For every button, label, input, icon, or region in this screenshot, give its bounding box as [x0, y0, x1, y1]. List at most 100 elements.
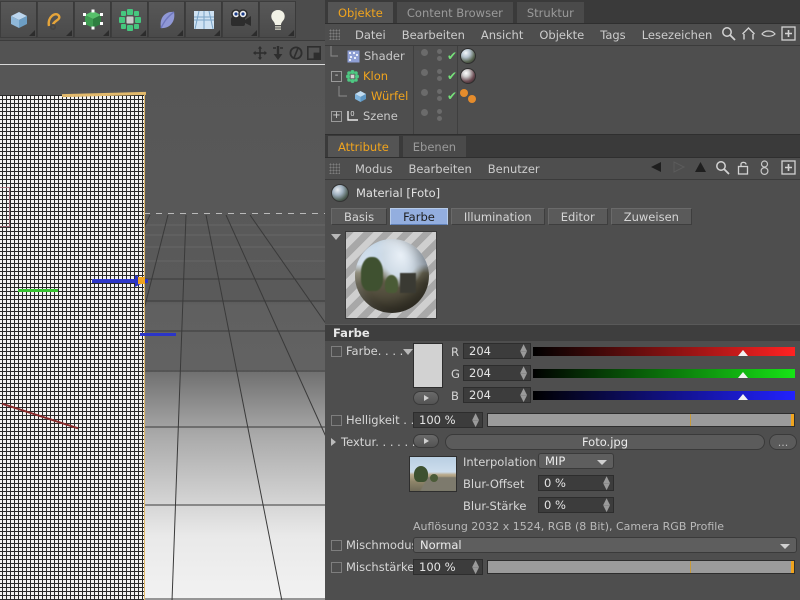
spinner-g-icon[interactable]: ▲▼	[520, 367, 527, 381]
helligkeit-anim-box[interactable]	[331, 415, 342, 426]
enable-check-klon[interactable]: ✔	[447, 69, 457, 83]
cube-tool-icon[interactable]	[0, 1, 37, 38]
spinner-mischstaerke-icon[interactable]: ▲▼	[472, 561, 479, 575]
object-tree[interactable]: Shader ✔ - Klon ✔	[325, 46, 800, 134]
mischstaerke-slider[interactable]	[487, 560, 795, 574]
slider-r[interactable]	[533, 347, 795, 356]
tab-struktur[interactable]: Struktur	[516, 1, 585, 23]
spinner-blur-strength-icon[interactable]: ▲▼	[603, 499, 610, 513]
tab-illumination[interactable]: Illumination	[451, 208, 545, 225]
tab-editor[interactable]: Editor	[548, 208, 608, 225]
tab-zuweisen[interactable]: Zuweisen	[611, 208, 692, 225]
plus-box-icon[interactable]	[781, 160, 796, 176]
user-icon[interactable]	[759, 160, 774, 176]
textur-expand-arrow-icon[interactable]	[331, 438, 336, 446]
object-row-szene[interactable]: + 0 Szene	[325, 106, 800, 126]
helligkeit-value[interactable]: 100 % ▲▼	[413, 412, 483, 428]
tab-attribute[interactable]: Attribute	[327, 135, 400, 157]
blur-strength-value[interactable]: 0 % ▲▼	[538, 497, 614, 513]
move-view-icon[interactable]	[253, 46, 267, 60]
mograph-cloner-icon[interactable]	[111, 1, 148, 38]
spinner-b-icon[interactable]: ▲▼	[520, 389, 527, 403]
tab-objekte[interactable]: Objekte	[327, 1, 394, 23]
texture-thumbnail[interactable]	[409, 456, 457, 492]
object-row-klon[interactable]: - Klon ✔	[325, 66, 800, 86]
blur-offset-value[interactable]: 0 % ▲▼	[538, 475, 614, 491]
clone-material-tag[interactable]	[460, 68, 476, 84]
slider-g[interactable]	[533, 369, 795, 378]
menu-datei[interactable]: Datei	[347, 28, 394, 42]
search-icon[interactable]	[715, 160, 730, 176]
cloner-wireframe-mesh[interactable]	[0, 95, 145, 600]
slider-b[interactable]	[533, 391, 795, 400]
enable-check-shader[interactable]: ✔	[447, 49, 457, 63]
spinner-blur-offset-icon[interactable]: ▲▼	[603, 477, 610, 491]
rotate-view-icon[interactable]	[289, 46, 303, 60]
object-row-wuerfel[interactable]: Würfel ✔	[325, 86, 800, 106]
mischmodus-dropdown[interactable]: Normal	[413, 537, 797, 553]
textur-path-field[interactable]: Foto.jpg	[445, 434, 765, 450]
menu-tags[interactable]: Tags	[592, 28, 633, 42]
menu-modus[interactable]: Modus	[347, 162, 401, 176]
home-icon[interactable]	[741, 26, 756, 42]
textur-browse-button[interactable]: ...	[769, 434, 797, 450]
environment-floor-icon[interactable]	[185, 1, 222, 38]
channel-value-b[interactable]: 204 ▲▼	[463, 387, 531, 403]
color-mode-chevron-down-icon[interactable]	[403, 349, 413, 355]
menu-objekte[interactable]: Objekte	[531, 28, 592, 42]
menu-ansicht[interactable]: Ansicht	[473, 28, 531, 42]
material-preview-box[interactable]	[345, 231, 437, 319]
maximize-view-icon[interactable]	[307, 46, 321, 60]
spinner-r-icon[interactable]: ▲▼	[520, 345, 527, 359]
deformer-icon[interactable]	[148, 1, 185, 38]
collapse-triangle-icon[interactable]	[331, 234, 341, 240]
panel-drag-handle[interactable]	[329, 29, 340, 40]
tab-ebenen[interactable]: Ebenen	[402, 135, 467, 157]
spline-tool-icon[interactable]	[37, 1, 74, 38]
tree-expander-szene[interactable]: +	[331, 111, 342, 122]
chevron-down-icon[interactable]	[597, 460, 607, 465]
mischstaerke-anim-box[interactable]	[331, 562, 342, 573]
tree-expander-klon[interactable]: -	[331, 71, 342, 82]
channel-value-r[interactable]: 204 ▲▼	[463, 343, 531, 359]
helligkeit-slider[interactable]	[487, 413, 795, 427]
spinner-helligkeit-icon[interactable]: ▲▼	[472, 414, 479, 428]
mischstaerke-value[interactable]: 100 % ▲▼	[413, 559, 483, 575]
back-arrow-icon[interactable]	[649, 160, 664, 176]
shader-material-tag[interactable]	[460, 48, 476, 64]
slider-handle-g[interactable]	[738, 372, 748, 378]
axis-origin-handle[interactable]	[138, 277, 145, 284]
zoom-view-icon[interactable]	[271, 46, 285, 60]
3d-viewport[interactable]	[0, 64, 325, 600]
farbe-anim-box[interactable]	[331, 346, 342, 357]
up-arrow-icon[interactable]	[693, 160, 708, 176]
unlock-icon[interactable]	[737, 160, 752, 176]
object-row-shader[interactable]: Shader ✔	[325, 46, 800, 66]
menu-lesezeichen[interactable]: Lesezeichen	[634, 28, 721, 42]
tab-farbe[interactable]: Farbe	[390, 208, 448, 225]
forward-arrow-icon[interactable]	[671, 160, 686, 176]
attribute-drag-handle[interactable]	[329, 163, 340, 174]
menu-bearbeiten[interactable]: Bearbeiten	[394, 28, 473, 42]
axis-y-green[interactable]	[18, 289, 58, 292]
interpolation-dropdown[interactable]: MIP	[538, 453, 614, 469]
tab-content-browser[interactable]: Content Browser	[396, 1, 514, 23]
color-swatch[interactable]	[413, 343, 443, 388]
search-icon[interactable]	[721, 26, 736, 42]
enable-check-wuerfel[interactable]: ✔	[447, 89, 457, 103]
menu-bearbeiten-attr[interactable]: Bearbeiten	[401, 162, 480, 176]
mischmodus-anim-box[interactable]	[331, 540, 342, 551]
tab-basis[interactable]: Basis	[331, 208, 387, 225]
eye-icon[interactable]	[761, 26, 776, 42]
mograph-dots-tag[interactable]	[459, 88, 481, 107]
light-icon[interactable]	[259, 1, 296, 38]
menu-benutzer[interactable]: Benutzer	[480, 162, 548, 176]
slider-handle-r[interactable]	[738, 350, 748, 356]
channel-value-g[interactable]: 204 ▲▼	[463, 365, 531, 381]
slider-handle-b[interactable]	[738, 394, 748, 400]
camera-icon[interactable]	[222, 1, 259, 38]
color-expand-button[interactable]	[413, 391, 439, 405]
plus-box-icon[interactable]	[781, 26, 796, 42]
textur-shader-button[interactable]	[413, 434, 439, 448]
chevron-down-icon[interactable]	[780, 544, 790, 549]
